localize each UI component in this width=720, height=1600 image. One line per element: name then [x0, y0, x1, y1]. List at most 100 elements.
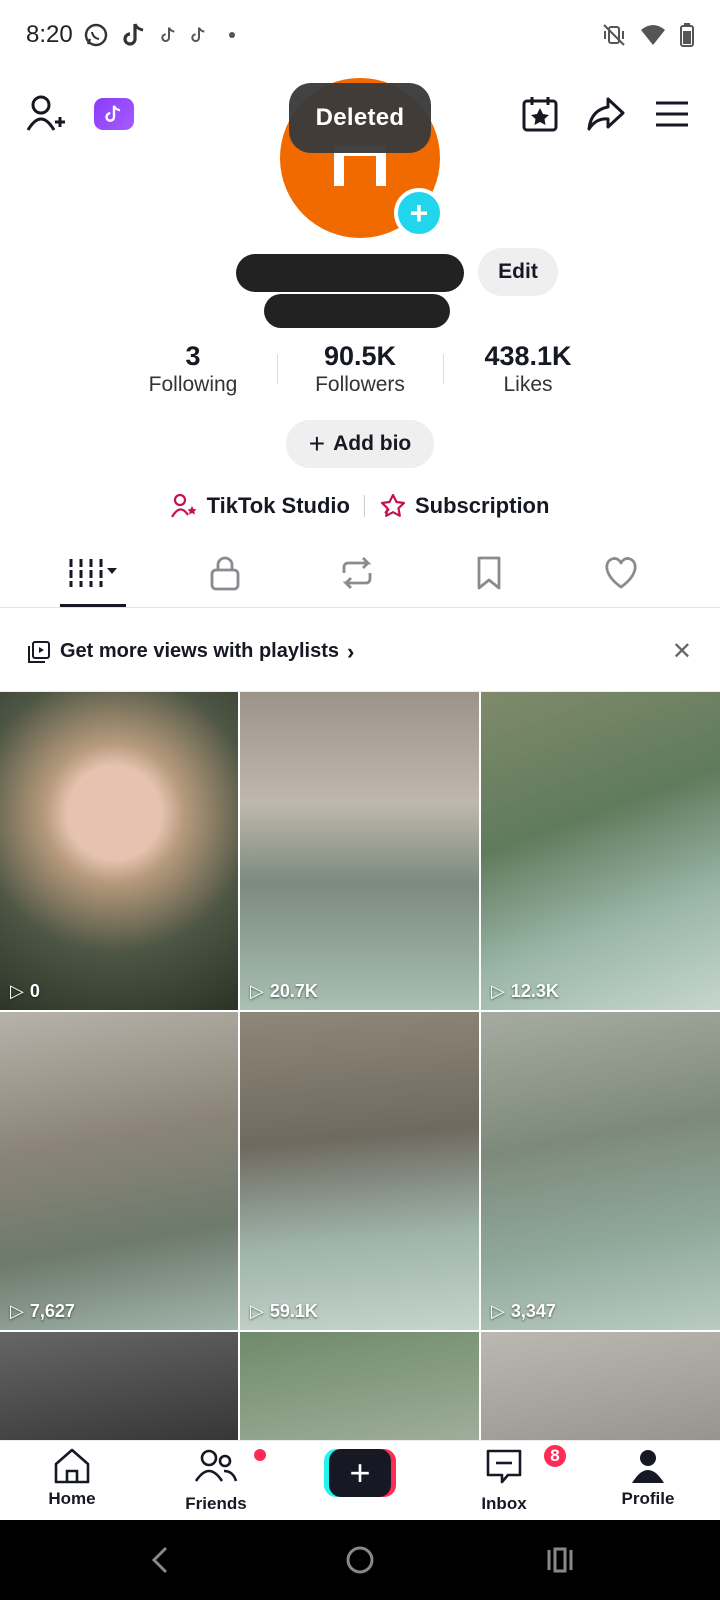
play-icon: ▷ — [250, 981, 264, 1001]
subscription-link[interactable]: Subscription — [365, 493, 563, 519]
redacted-username — [236, 254, 464, 292]
calendar-event-button[interactable] — [516, 90, 564, 138]
add-bio-label: Add bio — [333, 432, 412, 455]
nav-inbox[interactable]: 8 Inbox — [454, 1443, 568, 1514]
video-thumbnail[interactable]: ▷ 20.7K — [240, 692, 479, 1010]
edit-profile-button[interactable]: Edit — [478, 248, 558, 296]
video-thumbnail[interactable]: ▷ 7,627 — [0, 1012, 238, 1330]
inbox-icon-wrap: 8 — [484, 1443, 568, 1490]
view-count-value: 20.7K — [269, 981, 318, 1001]
add-bio-button[interactable]: + Add bio — [286, 420, 434, 468]
inbox-badge: 8 — [542, 1443, 568, 1469]
system-home-button[interactable] — [340, 1540, 380, 1580]
status-bar: 8:20 — [0, 0, 720, 70]
status-notification-icons — [83, 22, 235, 48]
back-chevron-icon — [151, 1546, 168, 1574]
videos-grid-icon — [69, 559, 117, 587]
likes-stat[interactable]: 438.1K Likes — [453, 340, 603, 398]
video-thumbnail[interactable] — [240, 1332, 479, 1440]
battery-icon — [680, 23, 694, 47]
video-thumbnail[interactable]: ▷ 59.1K — [240, 1012, 479, 1330]
video-thumbnail[interactable]: ▷ 12.3K — [481, 692, 720, 1010]
add-avatar-button[interactable]: + — [394, 188, 444, 238]
status-system-icons — [602, 23, 694, 47]
plus-icon: + — [308, 428, 326, 459]
play-icon: ▷ — [10, 981, 24, 1001]
tiktok-studio-link[interactable]: TikTok Studio — [157, 493, 364, 519]
bookmark-icon — [477, 556, 501, 590]
lock-icon — [210, 556, 240, 591]
nav-profile[interactable]: Profile — [598, 1447, 698, 1509]
more-notifications-dot — [228, 32, 235, 38]
add-friends-button[interactable] — [22, 90, 70, 138]
play-icon: ▷ — [491, 981, 505, 1001]
create-video-button[interactable]: + — [324, 1449, 396, 1497]
recents-icon — [547, 1547, 573, 1573]
deleted-toast: Deleted — [289, 83, 431, 153]
chevron-right-icon: › — [346, 638, 355, 664]
followers-count: 90.5K — [323, 341, 397, 371]
following-count: 3 — [185, 341, 201, 371]
profile-stats: 3 Following 90.5K Followers 438.1K Likes — [0, 340, 720, 400]
following-stat[interactable]: 3 Following — [118, 340, 268, 398]
heart-icon — [605, 557, 637, 589]
video-grid: ▷ 0 ▷ 20.7K ▷ 12.3K ▷ 7,627 ▷ 59.1K ▷ 3,347 — [0, 692, 720, 1440]
friends-icon — [194, 1449, 238, 1482]
subscription-star-icon — [380, 493, 406, 517]
video-thumbnail[interactable] — [0, 1332, 238, 1440]
tab-private[interactable] — [190, 550, 260, 596]
likes-count: 438.1K — [484, 341, 572, 371]
nav-friends-label: Friends — [185, 1494, 247, 1513]
tiktok-app-badge-button[interactable] — [90, 90, 138, 138]
playlist-icon — [28, 640, 50, 663]
view-count: ▷ 3,347 — [491, 1301, 556, 1322]
playlist-banner-text: Get more views with playlists — [60, 640, 339, 662]
system-back-button[interactable] — [140, 1540, 180, 1580]
profile-links-row: TikTok Studio Subscription — [0, 486, 720, 526]
plus-icon: + — [329, 1449, 391, 1497]
repost-icon — [342, 557, 372, 589]
tab-videos[interactable] — [58, 550, 128, 596]
menu-button[interactable] — [648, 90, 696, 138]
friends-icon-wrap — [194, 1447, 266, 1490]
subscription-label: Subscription — [414, 493, 550, 518]
tab-reposts[interactable] — [322, 550, 392, 596]
inbox-icon — [486, 1449, 522, 1484]
share-profile-button[interactable] — [582, 90, 630, 138]
profile-content-tabs — [0, 540, 720, 608]
home-circle-icon — [346, 1546, 374, 1574]
video-thumbnail[interactable]: ▷ 3,347 — [481, 1012, 720, 1330]
nav-home-label: Home — [48, 1489, 96, 1508]
followers-stat[interactable]: 90.5K Followers — [285, 340, 435, 398]
nav-profile-label: Profile — [621, 1489, 675, 1508]
view-count: ▷ 59.1K — [250, 1301, 318, 1322]
tab-liked[interactable] — [586, 550, 656, 596]
play-icon: ▷ — [10, 1301, 24, 1321]
video-thumbnail[interactable] — [481, 1332, 720, 1440]
nav-friends[interactable]: Friends — [166, 1447, 266, 1514]
view-count-value: 0 — [29, 981, 40, 1001]
tiktok-notification-icon — [123, 23, 144, 46]
following-label: Following — [148, 373, 238, 396]
stat-divider — [443, 354, 444, 384]
vibrate-mute-icon — [603, 24, 625, 46]
play-icon: ▷ — [491, 1301, 505, 1321]
view-count-value: 12.3K — [510, 981, 559, 1001]
studio-person-icon — [170, 493, 197, 518]
view-count: ▷ 12.3K — [491, 981, 559, 1002]
hamburger-menu-icon — [656, 101, 688, 127]
video-thumbnail[interactable]: ▷ 0 — [0, 692, 238, 1010]
wifi-icon — [641, 25, 665, 45]
stat-divider — [277, 354, 278, 384]
view-count: ▷ 7,627 — [10, 1301, 75, 1322]
tab-favorites[interactable] — [454, 550, 524, 596]
system-recents-button[interactable] — [540, 1540, 580, 1580]
status-time: 8:20 — [26, 21, 73, 48]
profile-icon — [632, 1450, 664, 1483]
view-count-value: 59.1K — [269, 1301, 318, 1321]
playlist-banner[interactable]: Get more views with playlists › ✕ — [0, 612, 720, 692]
nav-home[interactable]: Home — [22, 1447, 122, 1509]
close-banner-button[interactable]: ✕ — [672, 637, 692, 666]
play-icon: ▷ — [250, 1301, 264, 1321]
redacted-handle — [264, 294, 450, 328]
